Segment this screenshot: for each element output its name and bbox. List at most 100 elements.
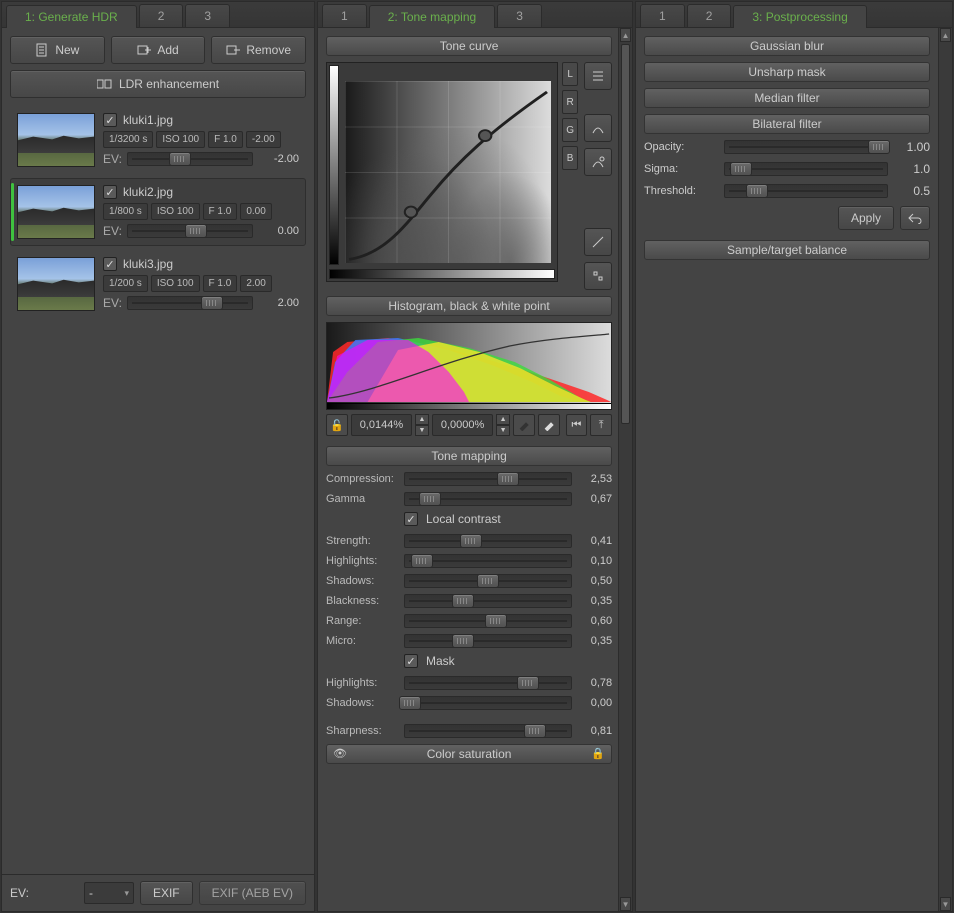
- blackness-slider[interactable]: [404, 594, 572, 608]
- scroll-down-icon[interactable]: ▼: [620, 897, 631, 911]
- ev-select[interactable]: -: [84, 882, 134, 904]
- unsharp-mask-header[interactable]: Unsharp mask: [644, 62, 930, 82]
- new-button[interactable]: New: [10, 36, 105, 64]
- remove-button[interactable]: Remove: [211, 36, 306, 64]
- bilateral-filter-header[interactable]: Bilateral filter: [644, 114, 930, 134]
- channel-r[interactable]: R: [562, 90, 578, 114]
- sigma-slider[interactable]: [724, 162, 888, 176]
- curve-add-point-icon[interactable]: [584, 148, 612, 176]
- gamma-slider[interactable]: [404, 492, 572, 506]
- threshold-slider[interactable]: [724, 184, 888, 198]
- whitepoint-input[interactable]: 0,0000%: [432, 414, 493, 436]
- tab-strip-2: 1 2: Tone mapping 3: [318, 2, 632, 28]
- histogram-plot[interactable]: [326, 322, 612, 410]
- tab-tm-3[interactable]: 3: [497, 4, 542, 27]
- add-button[interactable]: Add: [111, 36, 206, 64]
- strength-slider[interactable]: [404, 534, 572, 548]
- blackpoint-spinner[interactable]: ▲▼: [415, 414, 429, 436]
- local-contrast-checkbox[interactable]: [404, 512, 418, 526]
- curve-line-tool-icon[interactable]: [584, 228, 612, 256]
- panel-postprocessing: 1 2 3: Postprocessing Gaussian blur Unsh…: [635, 1, 953, 912]
- undo-button[interactable]: [900, 206, 930, 230]
- threshold-value: 0.5: [896, 184, 930, 198]
- curve-tools: [584, 62, 612, 290]
- mask-checkbox[interactable]: [404, 654, 418, 668]
- local-contrast-row: Local contrast: [404, 512, 612, 526]
- channel-g[interactable]: G: [562, 118, 578, 142]
- ev-value: -2.00: [259, 153, 299, 165]
- gaussian-blur-header[interactable]: Gaussian blur: [644, 36, 930, 56]
- scroll-thumb[interactable]: [621, 44, 630, 424]
- sharpness-slider[interactable]: [404, 724, 572, 738]
- tab-pp-2[interactable]: 2: [687, 4, 732, 27]
- ev-slider[interactable]: [127, 224, 253, 238]
- sample-target-header[interactable]: Sample/target balance: [644, 240, 930, 260]
- ev-badge: 2.00: [240, 275, 271, 292]
- black-picker-icon[interactable]: [513, 414, 535, 436]
- mask-label: Mask: [426, 654, 455, 668]
- micro-slider[interactable]: [404, 634, 572, 648]
- median-filter-header[interactable]: Median filter: [644, 88, 930, 108]
- ev-slider[interactable]: [127, 296, 253, 310]
- scroll-up-icon[interactable]: ▲: [620, 28, 631, 42]
- whitepoint-spinner[interactable]: ▲▼: [496, 414, 510, 436]
- mask-highlights-slider[interactable]: [404, 676, 572, 690]
- exif-aeb-button[interactable]: EXIF (AEB EV): [199, 881, 306, 905]
- white-picker-icon[interactable]: [538, 414, 560, 436]
- eye-icon[interactable]: 👁: [329, 744, 351, 764]
- section-lock-icon[interactable]: 🔒: [587, 744, 609, 764]
- tab-tm-1[interactable]: 1: [322, 4, 367, 27]
- image-item-2[interactable]: kluki3.jpg 1/200 s ISO 100 F 1.0 2.00 EV…: [10, 250, 306, 318]
- range-slider[interactable]: [404, 614, 572, 628]
- ev-label: EV:: [103, 152, 121, 166]
- tone-curve-plot[interactable]: [326, 62, 558, 282]
- shadows-slider[interactable]: [404, 574, 572, 588]
- shadows-row: Shadows: 0,50: [326, 574, 612, 588]
- hist-up-icon[interactable]: ⤒: [590, 414, 612, 436]
- tab-tone-mapping[interactable]: 2: Tone mapping: [369, 5, 496, 28]
- f-badge: F 1.0: [208, 131, 243, 148]
- tab-generate-hdr[interactable]: 1: Generate HDR: [6, 5, 137, 28]
- remove-icon: [226, 43, 240, 57]
- image-checkbox[interactable]: [103, 185, 117, 199]
- image-checkbox[interactable]: [103, 257, 117, 271]
- tab-pp-1[interactable]: 1: [640, 4, 685, 27]
- color-saturation-header[interactable]: 👁 Color saturation 🔒: [326, 744, 612, 764]
- image-item-0[interactable]: kluki1.jpg 1/3200 s ISO 100 F 1.0 -2.00 …: [10, 106, 306, 174]
- shadows-value: 0,50: [580, 575, 612, 587]
- hist-prev-icon[interactable]: ⏮: [566, 414, 588, 436]
- compression-slider[interactable]: [404, 472, 572, 486]
- opacity-slider[interactable]: [724, 140, 888, 154]
- curve-smooth-icon[interactable]: [584, 114, 612, 142]
- lock-icon[interactable]: 🔓: [326, 414, 348, 436]
- channel-b[interactable]: B: [562, 146, 578, 170]
- thumbnail[interactable]: [17, 257, 95, 311]
- tone-curve-header[interactable]: Tone curve: [326, 36, 612, 56]
- ev-value: 2.00: [259, 297, 299, 309]
- tab-postprocessing[interactable]: 3: Postprocessing: [733, 5, 866, 28]
- image-item-1[interactable]: kluki2.jpg 1/800 s ISO 100 F 1.0 0.00 EV…: [10, 178, 306, 246]
- scrollbar-3[interactable]: ▲ ▼: [938, 28, 952, 911]
- curve-list-icon[interactable]: [584, 62, 612, 90]
- compression-row: Compression: 2,53: [326, 472, 612, 486]
- highlights-slider[interactable]: [404, 554, 572, 568]
- ldr-enhancement-button[interactable]: LDR enhancement: [10, 70, 306, 98]
- scroll-down-icon[interactable]: ▼: [940, 897, 951, 911]
- apply-button[interactable]: Apply: [838, 206, 894, 230]
- image-checkbox[interactable]: [103, 113, 117, 127]
- tone-mapping-header[interactable]: Tone mapping: [326, 446, 612, 466]
- exif-button[interactable]: EXIF: [140, 881, 193, 905]
- tab-2[interactable]: 2: [139, 4, 184, 27]
- thumbnail[interactable]: [17, 113, 95, 167]
- blackpoint-input[interactable]: 0,0144%: [351, 414, 412, 436]
- ev-slider[interactable]: [127, 152, 253, 166]
- panel-tone-mapping: 1 2: Tone mapping 3 Tone curve: [317, 1, 633, 912]
- tab-3[interactable]: 3: [185, 4, 230, 27]
- thumbnail[interactable]: [17, 185, 95, 239]
- scrollbar-2[interactable]: ▲ ▼: [618, 28, 632, 911]
- scroll-up-icon[interactable]: ▲: [940, 28, 951, 42]
- histogram-header[interactable]: Histogram, black & white point: [326, 296, 612, 316]
- curve-reset-icon[interactable]: [584, 262, 612, 290]
- channel-l[interactable]: L: [562, 62, 578, 86]
- mask-shadows-slider[interactable]: [404, 696, 572, 710]
